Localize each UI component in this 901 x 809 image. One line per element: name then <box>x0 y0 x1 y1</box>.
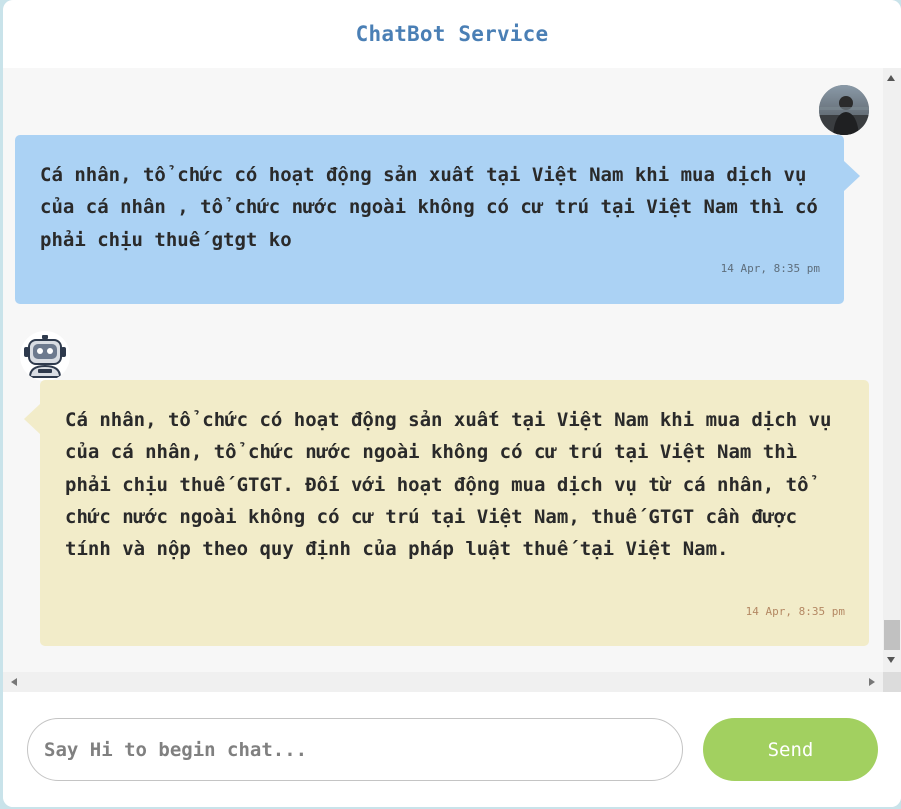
chat-input[interactable] <box>27 718 683 781</box>
scroll-right-icon[interactable] <box>869 678 875 686</box>
scroll-left-icon[interactable] <box>11 678 17 686</box>
page-title: ChatBot Service <box>355 22 549 46</box>
send-button[interactable]: Send <box>703 718 878 781</box>
horizontal-scrollbar[interactable] <box>3 672 883 692</box>
message-timestamp: 14 Apr, 8:35 pm <box>745 605 845 618</box>
scroll-down-icon[interactable] <box>887 657 895 663</box>
user-avatar-icon <box>819 85 869 135</box>
vertical-scrollbar[interactable] <box>883 68 901 672</box>
bot-message-bubble: Cá nhân, tổ chức có hoạt động sản xuất t… <box>24 380 869 646</box>
robot-icon <box>20 331 70 381</box>
user-message-text: Cá nhân, tổ chức có hoạt động sản xuất t… <box>40 164 818 251</box>
message-timestamp: 14 Apr, 8:35 pm <box>720 262 820 275</box>
bot-message-text: Cá nhân, tổ chức có hoạt động sản xuất t… <box>65 409 832 561</box>
chat-window: ChatBot Service Cá nhân, tổ chức có hoạt… <box>3 0 901 807</box>
scrollbar-corner <box>883 672 901 692</box>
user-message-bubble: Cá nhân, tổ chức có hoạt động sản xuất t… <box>15 135 860 304</box>
scrollbar-thumb[interactable] <box>884 620 900 650</box>
scroll-up-icon[interactable] <box>887 75 895 81</box>
message-list[interactable]: Cá nhân, tổ chức có hoạt động sản xuất t… <box>3 68 883 672</box>
chat-header: ChatBot Service <box>3 0 901 68</box>
composer-bar: Send <box>3 692 901 807</box>
